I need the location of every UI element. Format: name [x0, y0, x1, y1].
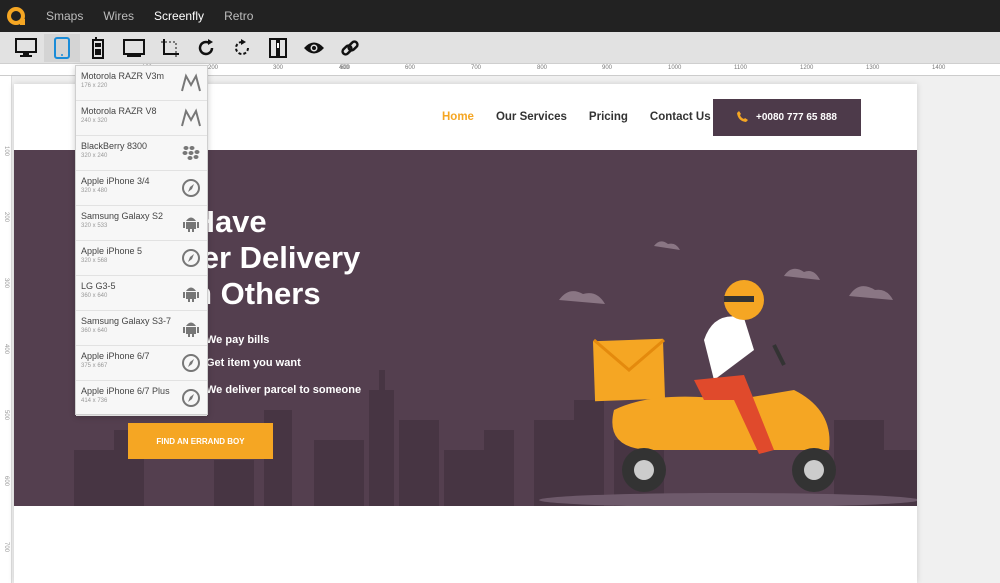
- android-icon: [183, 287, 199, 302]
- ruler-label: 900: [602, 65, 613, 71]
- device-item[interactable]: Apple iPhone 6/7 Plus 414 x 736: [76, 381, 207, 416]
- ruler-left-label: 400: [3, 343, 10, 355]
- safari-icon: [182, 179, 200, 197]
- ruler-label: 1100: [734, 65, 747, 71]
- ruler-label: 300: [273, 65, 284, 71]
- blackberry-icon: [182, 146, 200, 160]
- screenfly-window: Smaps Wires Screenfly Retro 200 300 400 …: [0, 0, 1000, 583]
- top-nav-bar: Smaps Wires Screenfly Retro: [0, 0, 1000, 32]
- device-dropdown: Motorola RAZR V3m 176 x 220 Motorola RAZ…: [75, 65, 208, 416]
- safari-icon: [182, 354, 200, 372]
- ruler-label: 1200: [800, 65, 814, 71]
- ruler-label: 700: [471, 65, 482, 71]
- ruler-label: 1400: [932, 65, 946, 71]
- topnav-screenfly[interactable]: Screenfly: [154, 9, 204, 23]
- ruler-left: 100 200 300 400 500 600 700: [0, 76, 12, 583]
- eye-icon[interactable]: [296, 34, 332, 62]
- delivery-scooter-illustration: [592, 280, 836, 492]
- television-icon[interactable]: [116, 34, 152, 62]
- ruler-label: 800: [537, 65, 548, 71]
- ruler-left-label: 200: [3, 211, 10, 223]
- site-nav-pricing[interactable]: Pricing: [589, 111, 628, 123]
- ruler-left-label: 100: [3, 145, 10, 157]
- ruler-left-label: 300: [3, 277, 10, 289]
- phone-number: +0080 777 65 888: [756, 112, 837, 123]
- desktop-icon[interactable]: [8, 34, 44, 62]
- ruler-left-label: 700: [3, 541, 10, 553]
- top-nav: Smaps Wires Screenfly Retro: [46, 9, 273, 23]
- device-item[interactable]: Apple iPhone 6/7 375 x 667: [76, 346, 207, 381]
- motorola-icon: [181, 108, 201, 127]
- safari-icon: [182, 249, 200, 267]
- refresh-icon[interactable]: [188, 34, 224, 62]
- link-icon[interactable]: [332, 34, 368, 62]
- logo-icon[interactable]: [0, 0, 32, 32]
- site-nav: Home Our Services Pricing Contact Us: [442, 111, 733, 123]
- ruler-left-label: 500: [3, 409, 10, 421]
- site-nav-home[interactable]: Home: [442, 111, 474, 123]
- site-nav-contact-us[interactable]: Contact Us: [650, 111, 711, 123]
- motorola-icon: [181, 73, 201, 92]
- android-icon: [183, 217, 199, 232]
- device-item[interactable]: BlackBerry 8300 320 x 240: [76, 136, 207, 171]
- device-item[interactable]: LG G3-5 360 x 640: [76, 276, 207, 311]
- mobile-icon[interactable]: [80, 34, 116, 62]
- rotate-icon[interactable]: [224, 34, 260, 62]
- device-item[interactable]: Samsung Galaxy S2 320 x 533: [76, 206, 207, 241]
- ruler-label: 500: [340, 65, 351, 71]
- topnav-retro[interactable]: Retro: [224, 9, 253, 23]
- topnav-wires[interactable]: Wires: [103, 9, 134, 23]
- phone-icon: [737, 110, 749, 125]
- device-item[interactable]: Motorola RAZR V8 240 x 320: [76, 101, 207, 136]
- safari-icon: [182, 389, 200, 407]
- hero-feature: Get item you want: [206, 357, 301, 369]
- scrollbar-icon[interactable]: [260, 34, 296, 62]
- topnav-smaps[interactable]: Smaps: [46, 9, 83, 23]
- device-item[interactable]: Apple iPhone 5 320 x 568: [76, 241, 207, 276]
- device-item[interactable]: Apple iPhone 3/4 320 x 480: [76, 171, 207, 206]
- crop-icon[interactable]: [152, 34, 188, 62]
- ruler-label: 1300: [866, 65, 880, 71]
- phone-button[interactable]: +0080 777 65 888: [713, 99, 861, 136]
- toolbar: [0, 32, 1000, 64]
- hero-feature: We deliver parcel to someone: [206, 384, 362, 396]
- find-errand-boy-button[interactable]: FIND AN ERRAND BOY: [128, 423, 273, 459]
- hero-feature: We pay bills: [206, 334, 270, 346]
- device-item[interactable]: Samsung Galaxy S3-7 360 x 640: [76, 311, 207, 346]
- tablet-icon[interactable]: [44, 33, 80, 62]
- ruler-label: 200: [208, 65, 219, 71]
- ruler-label: 1000: [668, 65, 682, 71]
- ruler-left-label: 600: [3, 475, 10, 487]
- device-item[interactable]: Motorola RAZR V3m 176 x 220: [76, 66, 207, 101]
- site-nav-our-services[interactable]: Our Services: [496, 111, 567, 123]
- android-icon: [183, 322, 199, 337]
- ruler-label: 600: [405, 65, 416, 71]
